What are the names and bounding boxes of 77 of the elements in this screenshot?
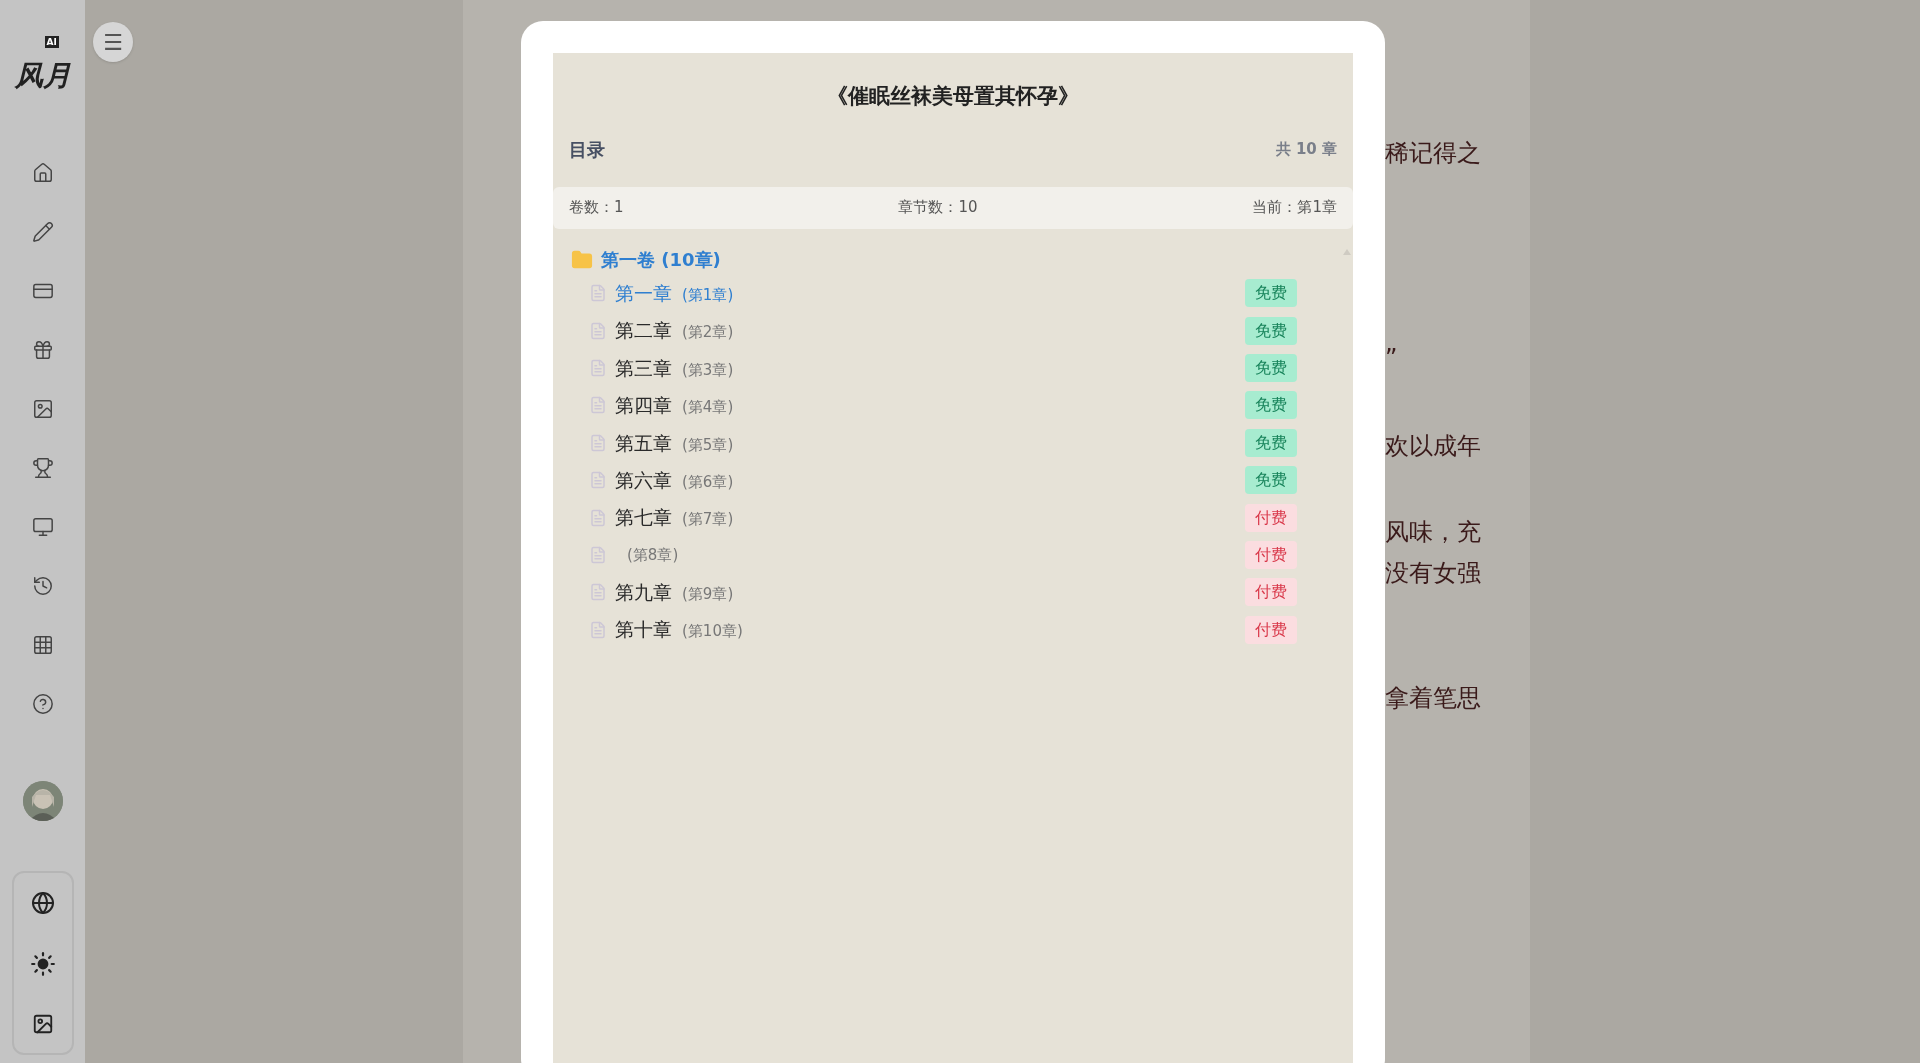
help-icon[interactable] <box>31 693 54 715</box>
chapter-link[interactable]: 第七章 (第7章) <box>615 503 734 532</box>
logo-text: 风月 <box>14 62 71 90</box>
price-tag: 免费 <box>1245 428 1297 457</box>
chapter-number: (第6章) <box>682 471 734 493</box>
document-icon <box>589 284 607 303</box>
menu-button[interactable]: ☰ <box>93 22 133 62</box>
chapter-title: 第五章 <box>615 430 672 456</box>
sun-icon[interactable] <box>29 951 56 977</box>
story-text: 拿着笔思 <box>1385 683 1481 714</box>
chapter-number: (第3章) <box>682 359 734 381</box>
chapter-number: (第7章) <box>682 509 734 531</box>
chapter-title: 第九章 <box>615 580 672 606</box>
chapter-title: 第十章 <box>615 617 672 643</box>
image-icon[interactable] <box>31 1013 54 1035</box>
stat-text: 章节数：10 <box>898 197 978 219</box>
globe-icon[interactable] <box>30 891 55 915</box>
chapter-link[interactable]: 第十章 (第10章) <box>615 615 743 644</box>
stat-text: 卷数：1 <box>569 197 624 219</box>
chapter-number: (第8章) <box>627 544 679 566</box>
history-icon[interactable] <box>31 575 54 597</box>
document-icon <box>589 545 607 564</box>
chapter-link[interactable]: 第四章 (第4章) <box>615 391 734 420</box>
chapter-title: 第六章 <box>615 467 672 493</box>
ai-badge: AI <box>44 36 59 48</box>
chapter-title: 第四章 <box>615 393 672 419</box>
chapter-link[interactable]: 第二章 (第2章) <box>615 316 734 345</box>
document-icon <box>589 321 607 340</box>
price-tag: 付费 <box>1245 503 1297 532</box>
price-tag: 付费 <box>1245 615 1297 644</box>
home-icon[interactable] <box>31 162 54 184</box>
story-text: 欢以成年 <box>1385 431 1481 462</box>
story-text: ” <box>1385 343 1398 374</box>
chapter-title: 第三章 <box>615 355 672 381</box>
price-tag: 免费 <box>1245 279 1297 308</box>
chapter-link[interactable]: 第九章 (第9章) <box>615 578 734 607</box>
document-icon <box>589 620 607 639</box>
price-tag: 免费 <box>1245 391 1297 420</box>
chapter-title: 第二章 <box>615 318 672 344</box>
document-icon <box>589 358 607 377</box>
story-text: 风味，充 <box>1385 517 1481 548</box>
price-tag: 免费 <box>1245 466 1297 495</box>
price-tag: 付费 <box>1245 540 1297 569</box>
document-icon <box>589 433 607 452</box>
price-tag: 免费 <box>1245 316 1297 345</box>
gift-icon[interactable] <box>31 339 54 361</box>
chapter-number: (第10章) <box>682 621 743 643</box>
chapter-number: (第4章) <box>682 397 734 419</box>
chapter-link[interactable]: (第8章) <box>615 543 679 567</box>
chapter-link[interactable]: 第六章 (第6章) <box>615 465 734 495</box>
stat-text: 当前：第1章 <box>1252 197 1337 219</box>
chapter-number: (第2章) <box>682 322 734 344</box>
chapter-number: (第1章) <box>682 284 734 306</box>
toc-heading: 目录 <box>569 138 605 162</box>
chapter-link[interactable]: 第五章 (第5章) <box>615 428 734 457</box>
price-tag: 付费 <box>1245 578 1297 607</box>
price-tag: 免费 <box>1245 353 1297 382</box>
chapter-number: (第5章) <box>682 434 734 456</box>
avatar[interactable] <box>22 781 63 821</box>
chapter-total: 共 10 章 <box>1275 139 1337 161</box>
chapter-title: 第一章 <box>615 280 672 306</box>
folder-icon <box>571 248 593 271</box>
document-icon <box>589 583 607 602</box>
monitor-icon[interactable] <box>31 516 54 538</box>
trophy-icon[interactable] <box>31 457 54 479</box>
document-icon <box>589 508 607 527</box>
story-text: 稀记得之 <box>1385 138 1481 169</box>
document-icon <box>589 396 607 415</box>
image-icon[interactable] <box>31 398 54 420</box>
chapter-link[interactable]: 第三章 (第3章) <box>615 353 734 383</box>
book-title: 《催眠丝袜美母置其怀孕》 <box>826 83 1080 110</box>
pencil-icon[interactable] <box>31 221 54 243</box>
chapter-number: (第9章) <box>682 584 734 606</box>
document-icon <box>589 471 607 490</box>
grid-icon[interactable] <box>31 634 54 656</box>
story-text: 没有女强 <box>1385 558 1481 589</box>
chapter-title: 第七章 <box>615 505 672 531</box>
